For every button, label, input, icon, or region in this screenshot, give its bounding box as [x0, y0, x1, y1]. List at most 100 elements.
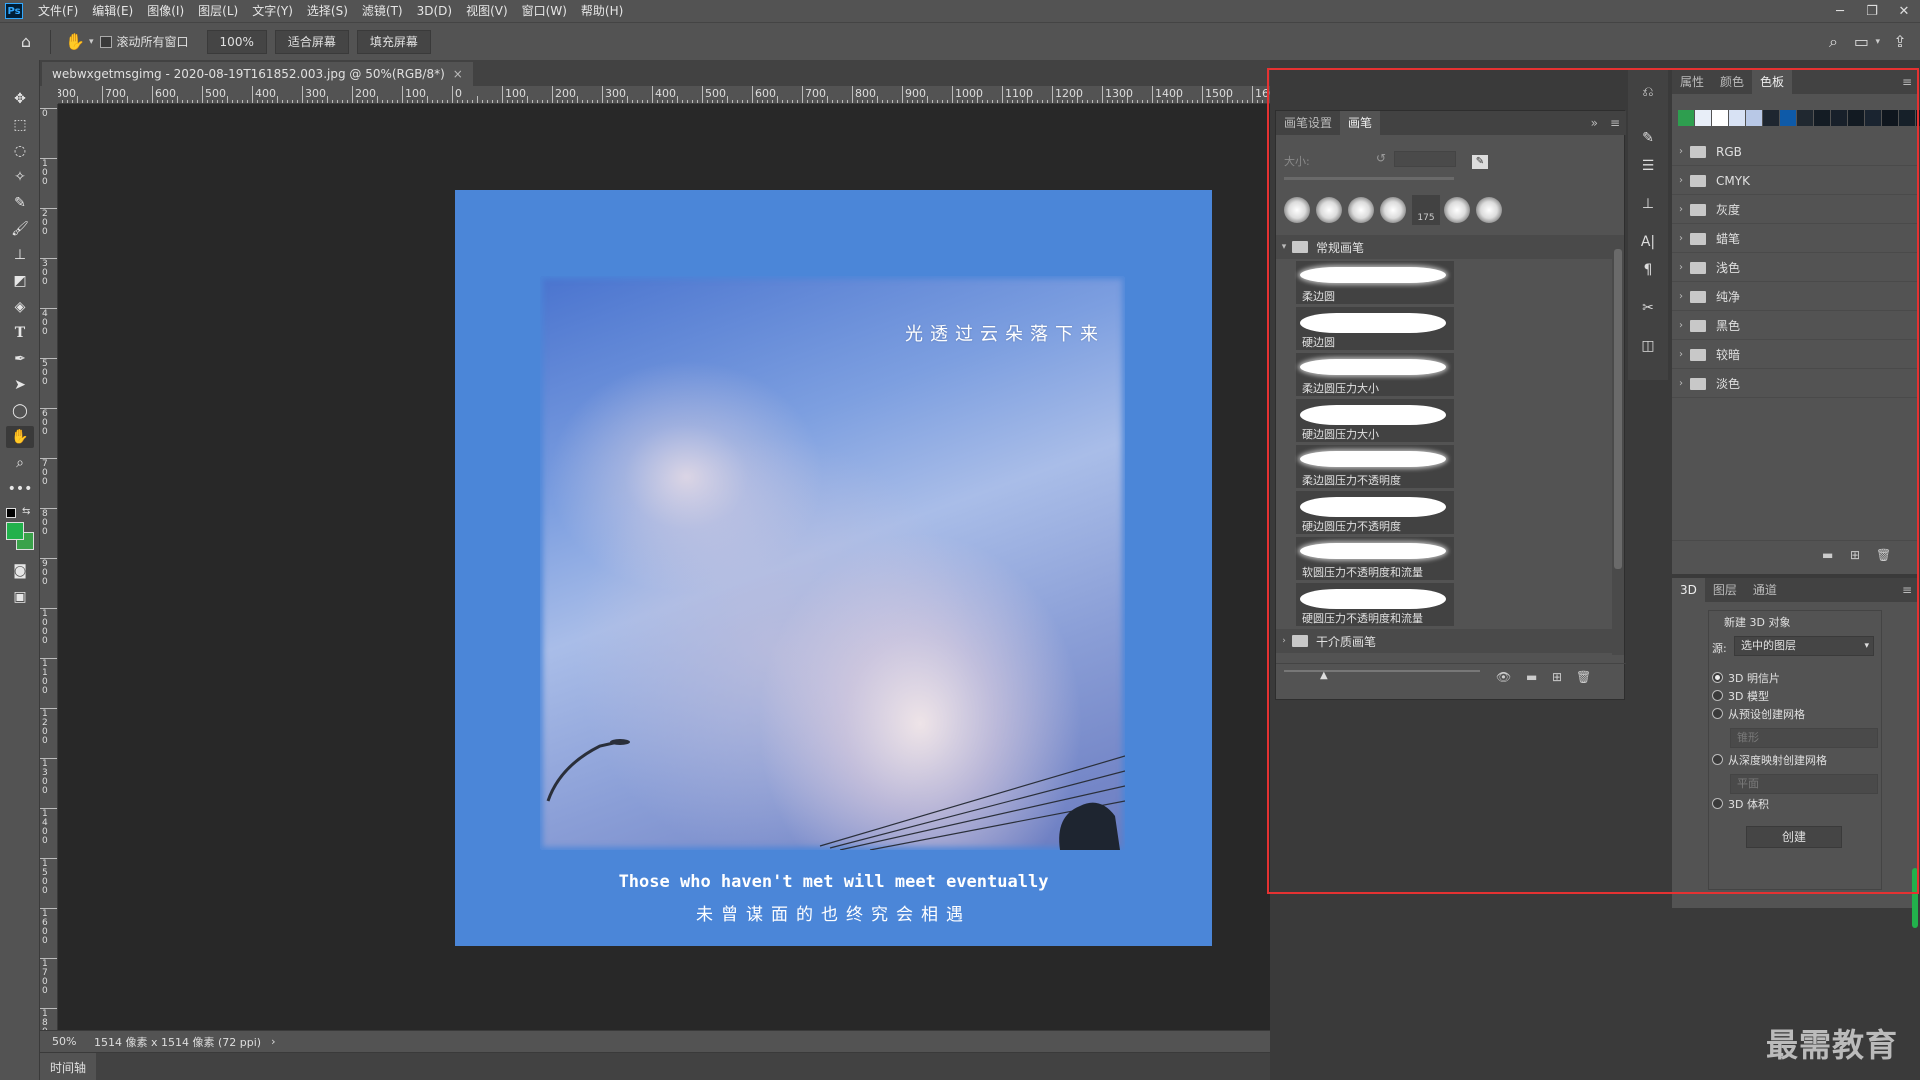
menu-file[interactable]: 文件(F)	[31, 0, 85, 22]
screen-mode-icon[interactable]: ▣	[6, 586, 34, 608]
swatch-folder[interactable]: › 黑色	[1672, 312, 1918, 340]
tab-3d[interactable]: 3D	[1672, 578, 1705, 602]
color-swatch[interactable]	[1916, 110, 1920, 126]
color-swatch[interactable]	[1848, 110, 1864, 126]
swatch-folder[interactable]: › 蜡笔	[1672, 225, 1918, 253]
pen-tool-icon[interactable]: ✒	[6, 348, 34, 370]
hand-tool-icon[interactable]: ✋	[61, 28, 89, 56]
brush-preset[interactable]: 柔边圆压力不透明度	[1296, 445, 1454, 489]
type-tool-icon[interactable]: T	[6, 322, 34, 344]
status-menu-arrow[interactable]: ›	[271, 1035, 275, 1048]
color-swatch[interactable]	[1882, 110, 1898, 126]
tab-properties[interactable]: 属性	[1672, 70, 1712, 94]
stamp-tool-icon[interactable]: ⊥	[6, 244, 34, 266]
color-swatch[interactable]	[1695, 110, 1711, 126]
minimize-icon[interactable]: ─	[1824, 4, 1856, 19]
magic-wand-icon[interactable]: ✧	[6, 166, 34, 188]
radio-3d-model[interactable]	[1712, 690, 1723, 701]
color-swatch[interactable]	[1831, 110, 1847, 126]
vertical-ruler[interactable]: 0 100 200 300 400 500 600 700 800 900 1000 1100 1200…	[40, 104, 58, 1030]
brush-list-scrollbar[interactable]	[1612, 235, 1624, 655]
radio-3d-postcard[interactable]	[1712, 672, 1723, 683]
color-swatch[interactable]	[1814, 110, 1830, 126]
new-brush-icon[interactable]: ⊞	[1552, 670, 1562, 684]
default-colors-icon[interactable]	[6, 508, 16, 518]
eyedropper-icon[interactable]: ✎	[6, 192, 34, 214]
paint-bucket-icon[interactable]: ◈	[6, 296, 34, 318]
color-swatch[interactable]	[1678, 110, 1694, 126]
swatch-folder[interactable]: › 灰度	[1672, 196, 1918, 224]
radio-3d-volume[interactable]	[1712, 798, 1723, 809]
menu-image[interactable]: 图像(I)	[140, 0, 191, 22]
radio-depth-map-mesh[interactable]	[1712, 754, 1723, 765]
trash-icon[interactable]: 🗑	[1876, 548, 1891, 562]
reset-size-icon[interactable]: ↺	[1376, 151, 1386, 165]
menu-edit[interactable]: 编辑(E)	[85, 0, 140, 22]
search-icon[interactable]: ⌕	[1819, 28, 1847, 56]
tab-layers[interactable]: 图层	[1705, 578, 1745, 602]
new-swatch-icon[interactable]: ⊞	[1850, 548, 1860, 562]
color-swatch[interactable]	[1763, 110, 1779, 126]
tab-swatches[interactable]: 色板	[1752, 70, 1793, 94]
zoom-level[interactable]: 50%	[52, 1035, 86, 1048]
swatch-folder[interactable]: › 较暗	[1672, 341, 1918, 369]
marquee-tool-icon[interactable]: ⬚	[6, 114, 34, 136]
collapse-icon[interactable]: »	[1585, 111, 1604, 135]
brush-thumbnail[interactable]	[1380, 197, 1406, 223]
tab-channels[interactable]: 通道	[1745, 578, 1785, 602]
tab-brushes[interactable]: 画笔	[1340, 111, 1381, 135]
tab-color[interactable]: 颜色	[1712, 70, 1752, 94]
brush-thumbnail-size[interactable]: 175	[1412, 195, 1440, 225]
fit-screen-button[interactable]: 适合屏幕	[274, 29, 349, 54]
panel-scroll-indicator[interactable]	[1912, 868, 1918, 928]
create-button[interactable]: 创建	[1746, 826, 1842, 848]
new-brush-icon[interactable]: ✎	[1472, 155, 1488, 169]
brush-preset[interactable]: 硬边圆压力大小	[1296, 399, 1454, 443]
new-group-icon[interactable]: ▬	[1526, 670, 1537, 684]
move-tool-icon[interactable]: ✥	[6, 88, 34, 110]
brush-settings-icon[interactable]: ✎	[1636, 126, 1660, 150]
preview-size-slider[interactable]	[1284, 670, 1480, 672]
quick-mask-icon[interactable]: ◙	[6, 560, 34, 582]
scroll-all-windows-checkbox[interactable]	[99, 35, 112, 48]
color-swatch[interactable]	[1746, 110, 1762, 126]
menu-3d[interactable]: 3D(D)	[410, 0, 459, 22]
ellipse-tool-icon[interactable]: ◯	[6, 400, 34, 422]
menu-help[interactable]: 帮助(H)	[574, 0, 630, 22]
swatch-folder[interactable]: › CMYK	[1672, 167, 1918, 195]
tool-presets-icon[interactable]: ✂	[1636, 296, 1660, 320]
restore-icon[interactable]: ❐	[1856, 4, 1888, 19]
share-icon[interactable]: ⇪	[1886, 28, 1914, 56]
timeline-tab[interactable]: 时间轴	[40, 1053, 97, 1080]
brush-preset[interactable]: 硬边圆	[1296, 307, 1454, 351]
clone-source-icon[interactable]: ⊥	[1636, 192, 1660, 216]
swatch-folder[interactable]: › 淡色	[1672, 370, 1918, 398]
swatch-folder[interactable]: › 纯净	[1672, 283, 1918, 311]
brush-group-general[interactable]: ▾ 常规画笔	[1276, 235, 1612, 259]
panel-menu-icon[interactable]: ≡	[1896, 578, 1918, 602]
artwork-image[interactable]: 光透过云朵落下来 Those who haven't met will meet…	[455, 190, 1212, 946]
brush-size-slider[interactable]	[1284, 177, 1454, 180]
menu-type[interactable]: 文字(Y)	[245, 0, 300, 22]
home-icon[interactable]: ⌂	[12, 28, 40, 56]
brush-group-dry-media[interactable]: › 干介质画笔	[1276, 629, 1612, 653]
color-swatch[interactable]	[1712, 110, 1728, 126]
brush-preset[interactable]: 柔边圆压力大小	[1296, 353, 1454, 397]
character-icon[interactable]: A|	[1636, 230, 1660, 254]
radio-preset-mesh[interactable]	[1712, 708, 1723, 719]
menu-window[interactable]: 窗口(W)	[515, 0, 574, 22]
color-swatch[interactable]	[1797, 110, 1813, 126]
visibility-icon[interactable]: 👁	[1496, 670, 1511, 684]
adjustments-icon[interactable]: ☰	[1636, 154, 1660, 178]
zoom-100-button[interactable]: 100%	[206, 29, 267, 54]
eraser-tool-icon[interactable]: ◩	[6, 270, 34, 292]
close-tab-icon[interactable]: ×	[453, 67, 463, 81]
brush-preset[interactable]: 柔边圆	[1296, 261, 1454, 305]
panel-menu-icon[interactable]: ≡	[1604, 111, 1626, 135]
zoom-tool-icon[interactable]: ⌕	[6, 452, 34, 474]
brush-thumbnail[interactable]	[1316, 197, 1342, 223]
hand-tool-icon[interactable]: ✋	[6, 426, 34, 448]
paragraph-icon[interactable]: ¶	[1636, 258, 1660, 282]
brush-thumbnail[interactable]	[1476, 197, 1502, 223]
close-icon[interactable]: ✕	[1888, 4, 1920, 19]
